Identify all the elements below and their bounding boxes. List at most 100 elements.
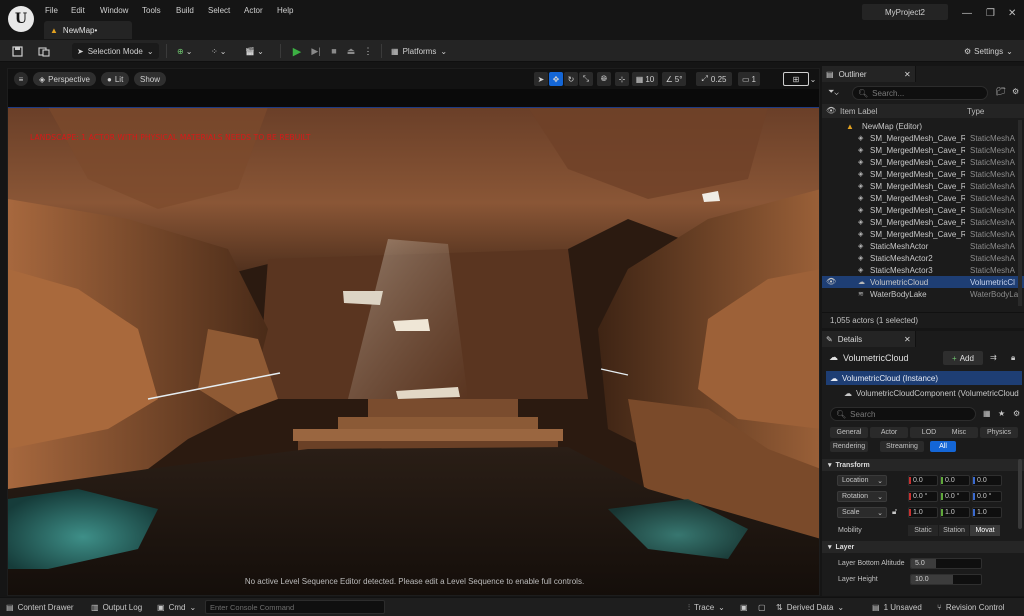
scale-dropdown[interactable]: Scale ⌄ xyxy=(837,507,887,518)
layer-height-slider[interactable]: 10.0 xyxy=(910,574,982,585)
outliner-row[interactable]: ◈ SM_MergedMesh_Cave_Rc StaticMeshA xyxy=(822,168,1024,180)
menu-tools[interactable]: Tools xyxy=(142,6,161,15)
close-icon[interactable]: ✕ xyxy=(904,70,911,79)
outliner-row[interactable]: ◈ SM_MergedMesh_Cave_Rc StaticMeshA xyxy=(822,156,1024,168)
revision-control-button[interactable]: ⑂ Revision Control xyxy=(937,601,1005,614)
outliner-tab[interactable]: ▤ Outliner ✕ xyxy=(822,66,916,82)
details-scrollbar[interactable] xyxy=(1018,459,1022,529)
play-options-button[interactable]: ⋮ xyxy=(361,43,375,59)
rotation-snap-button[interactable]: ∠ 5° xyxy=(662,72,686,86)
add-content-button[interactable]: ⊕ ⌄ xyxy=(177,43,192,59)
visibility-eye-icon[interactable]: 👁︎ xyxy=(826,277,836,286)
eject-button[interactable]: ⏏ xyxy=(344,43,358,59)
table-view-icon[interactable]: ▦ xyxy=(983,409,991,418)
details-search-input[interactable]: 🔍︎ Search xyxy=(830,407,976,421)
menu-file[interactable]: File xyxy=(45,6,58,15)
play-button[interactable]: ▶ xyxy=(290,43,304,59)
favorite-star-icon[interactable]: ★ xyxy=(998,409,1005,418)
filter-physics[interactable]: Physics xyxy=(980,427,1018,438)
world-local-icon[interactable]: 🌐︎ xyxy=(597,72,611,86)
menu-window[interactable]: Window xyxy=(100,6,128,15)
rotation-y-field[interactable]: 0.0 ° xyxy=(940,491,970,502)
surface-snap-icon[interactable]: ⊹ xyxy=(615,72,629,86)
show-button[interactable]: Show xyxy=(134,72,167,86)
step-button[interactable]: ▶| xyxy=(309,43,323,59)
derived-data-button[interactable]: ⇅ Derived Data ⌄ xyxy=(776,601,844,614)
mobility-static-option[interactable]: Static xyxy=(908,525,938,536)
perspective-button[interactable]: ◈ Perspective xyxy=(33,72,96,86)
blueprints-button[interactable]: ⁘ ⌄ xyxy=(211,43,226,59)
outliner-row[interactable]: ◈ SM_MergedMesh_Cave_Rc StaticMeshA xyxy=(822,132,1024,144)
lock-icon[interactable]: 🔒︎ xyxy=(1011,353,1015,363)
outliner-row[interactable]: ◈ SM_MergedMesh_Cave_Rc StaticMeshA xyxy=(822,144,1024,156)
settings-dropdown[interactable]: ⚙ Settings ⌄ xyxy=(964,43,1013,59)
select-tool-icon[interactable]: ➤ xyxy=(534,72,548,86)
gear-icon[interactable]: ⚙ xyxy=(1013,409,1020,418)
rotation-x-field[interactable]: 0.0 ° xyxy=(908,491,938,502)
trace-dropdown[interactable]: ⫶ Trace ⌄ xyxy=(688,601,725,614)
viewport-layout-icon[interactable]: ⊞ xyxy=(783,72,809,86)
filter-misc[interactable]: Misc xyxy=(940,427,978,438)
outliner-row[interactable]: 👁︎ ☁ VolumetricCloud VolumetricCl xyxy=(822,276,1024,288)
console-command-input[interactable]: Enter Console Command xyxy=(205,600,385,614)
type-column[interactable]: Type xyxy=(967,107,984,116)
outliner-row[interactable]: ◈ SM_MergedMesh_Cave_Rc StaticMeshA xyxy=(822,192,1024,204)
outliner-scrollbar[interactable] xyxy=(1018,120,1022,306)
outliner-root-row[interactable]: ▲ NewMap (Editor) xyxy=(822,120,1024,132)
scale-lock-icon[interactable]: 🔓︎ xyxy=(892,507,897,517)
close-icon[interactable]: ✕ xyxy=(904,335,911,344)
menu-help[interactable]: Help xyxy=(277,6,293,15)
outliner-row[interactable]: ◈ SM_MergedMesh_Cave_Rc StaticMeshA xyxy=(822,180,1024,192)
location-x-field[interactable]: 0.0 xyxy=(908,475,938,486)
scale-snap-button[interactable]: ⤢ 0.25 xyxy=(696,72,732,86)
translate-tool-icon[interactable]: ✥ xyxy=(549,72,563,86)
unreal-logo-icon[interactable]: U xyxy=(8,6,34,32)
filter-rendering[interactable]: Rendering xyxy=(830,441,868,452)
mobility-stationary-option[interactable]: Station xyxy=(939,525,969,536)
stop-button[interactable]: ■ xyxy=(327,43,341,59)
screenshot-icon[interactable]: ▣ xyxy=(740,601,748,614)
close-icon[interactable]: ✕ xyxy=(1008,8,1016,19)
outliner-row[interactable]: ◈ StaticMeshActor StaticMeshA xyxy=(822,240,1024,252)
cinematics-button[interactable]: 🎬︎ ⌄ xyxy=(245,43,264,59)
outliner-row[interactable]: ◈ SM_MergedMesh_Cave_Rc StaticMeshA xyxy=(822,216,1024,228)
location-y-field[interactable]: 0.0 xyxy=(940,475,970,486)
unsaved-button[interactable]: ▤ 1 Unsaved xyxy=(872,601,922,614)
rotate-tool-icon[interactable]: ↻ xyxy=(564,72,578,86)
layer-category[interactable]: ▾ Layer xyxy=(822,541,1024,553)
outliner-row[interactable]: ≋ WaterBodyLake WaterBodyLa xyxy=(822,288,1024,300)
layer-bottom-altitude-slider[interactable]: 5.0 xyxy=(910,558,982,569)
outliner-row[interactable]: ◈ StaticMeshActor2 StaticMeshA xyxy=(822,252,1024,264)
maximize-icon[interactable]: ❐ xyxy=(986,8,995,19)
blueprint-convert-icon[interactable]: ⇉ xyxy=(990,353,997,362)
filter-general[interactable]: General xyxy=(830,427,868,438)
content-browser-icon[interactable] xyxy=(38,43,50,59)
menu-select[interactable]: Select xyxy=(208,6,230,15)
scale-x-field[interactable]: 1.0 xyxy=(908,507,938,518)
camera-speed-button[interactable]: ▭ 1 xyxy=(738,72,760,86)
chevron-down-icon[interactable]: ⌄ xyxy=(808,72,818,86)
add-folder-icon[interactable]: 📁︎ xyxy=(996,87,1006,96)
mobility-movable-option[interactable]: Movat xyxy=(970,525,1000,536)
cmd-dropdown[interactable]: ▣ Cmd ⌄ xyxy=(157,601,196,614)
selection-mode-dropdown[interactable]: ➤ Selection Mode ⌄ xyxy=(72,43,159,59)
outliner-row[interactable]: ◈ StaticMeshActor3 StaticMeshA xyxy=(822,264,1024,276)
menu-build[interactable]: Build xyxy=(176,6,194,15)
lit-button[interactable]: ● Lit xyxy=(101,72,130,86)
grid-snap-button[interactable]: ▦ 10 xyxy=(632,72,658,86)
scale-z-field[interactable]: 1.0 xyxy=(972,507,1002,518)
gear-icon[interactable]: ⚙ xyxy=(1012,87,1019,96)
component-instance-row[interactable]: ☁ VolumetricCloud (Instance) xyxy=(826,371,1022,385)
add-component-button[interactable]: + Add xyxy=(943,351,983,365)
content-drawer-button[interactable]: ▤ Content Drawer xyxy=(6,601,74,614)
scale-y-field[interactable]: 1.0 xyxy=(940,507,970,518)
minimize-icon[interactable]: — xyxy=(962,8,972,19)
outliner-row[interactable]: ◈ SM_MergedMesh_Cave_Rc StaticMeshA xyxy=(822,228,1024,240)
location-dropdown[interactable]: Location ⌄ xyxy=(837,475,887,486)
filter-icon[interactable]: ⏷⌄ xyxy=(828,87,839,97)
filter-actor[interactable]: Actor xyxy=(870,427,908,438)
filter-all[interactable]: All xyxy=(930,441,956,452)
location-z-field[interactable]: 0.0 xyxy=(972,475,1002,486)
scale-tool-icon[interactable]: ⤡ xyxy=(579,72,593,86)
filter-streaming[interactable]: Streaming xyxy=(880,441,924,452)
